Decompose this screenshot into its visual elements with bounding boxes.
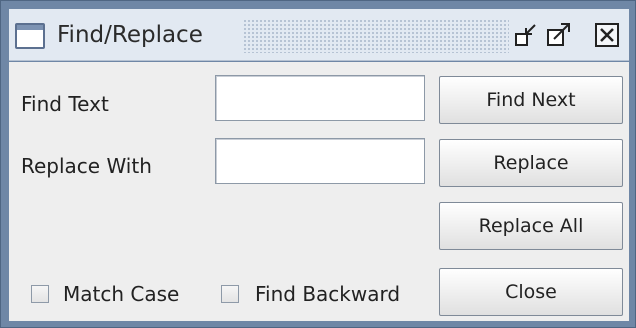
close-icon[interactable] [593, 21, 621, 49]
find-backward-label: Find Backward [255, 282, 401, 306]
find-backward-checkbox[interactable] [221, 285, 239, 303]
replace-all-button[interactable]: Replace All [439, 202, 623, 250]
replace-button[interactable]: Replace [439, 139, 623, 187]
find-text-label: Find Text [21, 92, 109, 116]
find-text-input[interactable] [215, 75, 425, 121]
window-title: Find/Replace [57, 22, 203, 48]
window-icon [15, 23, 45, 49]
match-case-option[interactable]: Match Case [31, 282, 201, 306]
find-backward-option[interactable]: Find Backward [221, 282, 431, 306]
find-replace-window: Find/Replace Find Text Find Next Replace… [0, 0, 636, 328]
replace-with-input[interactable] [215, 138, 425, 184]
match-case-checkbox[interactable] [31, 285, 49, 303]
match-case-label: Match Case [63, 282, 180, 306]
title-bar[interactable]: Find/Replace [9, 9, 629, 61]
maximize-icon[interactable] [545, 21, 573, 49]
replace-with-label: Replace With [21, 154, 152, 178]
minimize-icon[interactable] [513, 21, 541, 49]
dialog-content: Find Text Find Next Replace With Replace… [9, 62, 629, 321]
close-button[interactable]: Close [439, 268, 623, 316]
find-next-button[interactable]: Find Next [439, 76, 623, 124]
title-drag-grip[interactable] [243, 19, 509, 53]
